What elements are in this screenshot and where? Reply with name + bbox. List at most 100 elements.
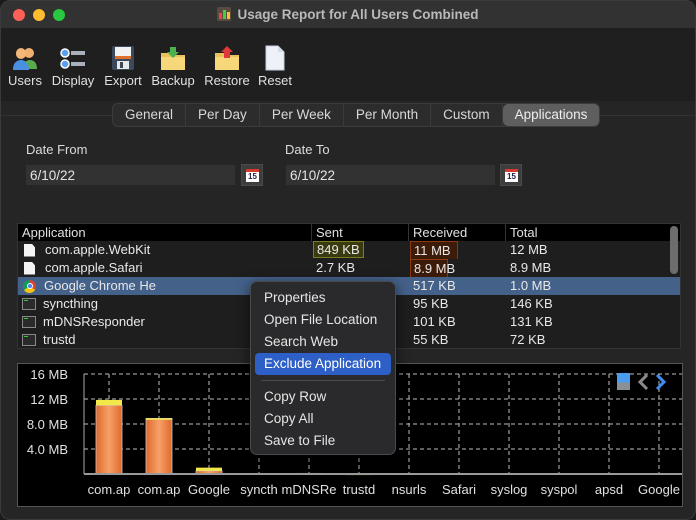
total-value: 131 KB: [510, 314, 553, 329]
x-tick-label: syspol: [541, 482, 578, 497]
users-label: Users: [8, 73, 42, 88]
received-value: 101 KB: [413, 314, 456, 329]
date-to-calendar-button[interactable]: 15: [500, 164, 522, 186]
x-tick-label: com.ap: [138, 482, 181, 497]
reset-button[interactable]: Reset: [257, 45, 293, 88]
terminal-icon: [22, 298, 36, 310]
date-from-input[interactable]: [26, 165, 235, 185]
sent-value: 2.7 KB: [316, 260, 356, 275]
menu-item-save-to-file[interactable]: Save to File: [255, 430, 391, 452]
table-row[interactable]: com.apple.WebKit 849 KB 11 MB 12 MB: [18, 241, 680, 259]
tab-per-month[interactable]: Per Month: [344, 104, 432, 126]
table-scrollbar[interactable]: [670, 226, 678, 274]
total-value: 146 KB: [510, 296, 553, 311]
folder-download-icon: [150, 45, 196, 71]
x-tick-label: syncth: [240, 482, 278, 497]
app-chart-icon: [217, 7, 232, 21]
export-label: Export: [104, 73, 142, 88]
menu-item-copy-row[interactable]: Copy Row: [255, 386, 391, 408]
x-tick-label: nsurls: [392, 482, 427, 497]
menu-item-exclude-application[interactable]: Exclude Application: [255, 353, 391, 375]
display-button[interactable]: Display: [50, 45, 96, 88]
table-header: Application Sent Received Total: [18, 224, 680, 241]
backup-label: Backup: [151, 73, 195, 88]
menu-item-search-web[interactable]: Search Web: [255, 331, 391, 353]
window-title-text: Usage Report for All Users Combined: [237, 7, 479, 22]
y-tick-label: 12 MB: [30, 392, 68, 407]
received-value: 55 KB: [413, 332, 449, 347]
title-bar: Usage Report for All Users Combined: [1, 1, 695, 29]
received-value: 11 MB: [410, 241, 458, 259]
received-value: 8.9 MB: [410, 259, 455, 277]
toolbar: Users Display Export Backup Restore Rese…: [1, 29, 695, 101]
tab-per-week[interactable]: Per Week: [260, 104, 344, 126]
bar-received: [145, 417, 173, 475]
x-tick-label: trustd: [343, 482, 376, 497]
report-tabs: General Per Day Per Week Per Month Custo…: [112, 103, 601, 127]
app-name: com.apple.WebKit: [45, 242, 151, 257]
reset-label: Reset: [258, 73, 292, 88]
folder-upload-icon: [203, 45, 251, 71]
bar-received: [95, 404, 123, 475]
restore-button[interactable]: Restore: [203, 45, 251, 88]
x-tick-label: Google: [638, 482, 680, 497]
users-icon: [7, 45, 43, 71]
menu-separator: [261, 380, 385, 381]
calendar-icon: 15: [246, 169, 259, 182]
app-name: com.apple.Safari: [45, 260, 143, 275]
y-tick-label: 8.0 MB: [27, 417, 68, 432]
column-header-received[interactable]: Received: [409, 224, 506, 241]
total-value: 1.0 MB: [510, 278, 552, 293]
menu-item-open-file-location[interactable]: Open File Location: [255, 309, 391, 331]
tab-per-day[interactable]: Per Day: [186, 104, 260, 126]
floppy-disk-icon: [102, 45, 144, 71]
menu-item-copy-all[interactable]: Copy All: [255, 408, 391, 430]
x-tick-label: Safari: [442, 482, 476, 497]
received-value: 517 KB: [413, 278, 456, 293]
tab-general[interactable]: General: [113, 104, 187, 126]
app-name: mDNSResponder: [43, 314, 145, 329]
chevron-right-icon[interactable]: [654, 373, 668, 391]
x-tick-label: apsd: [595, 482, 623, 497]
total-value: 12 MB: [510, 242, 548, 257]
x-tick-label: Google: [188, 482, 230, 497]
backup-button[interactable]: Backup: [150, 45, 196, 88]
window-title: Usage Report for All Users Combined: [1, 7, 695, 22]
y-tick-label: 16 MB: [30, 367, 68, 382]
received-value: 95 KB: [413, 296, 449, 311]
blank-document-icon: [257, 45, 293, 71]
users-button[interactable]: Users: [7, 45, 43, 88]
export-button[interactable]: Export: [102, 45, 144, 88]
calendar-icon: 15: [505, 169, 518, 182]
chrome-icon: [23, 279, 36, 293]
table-row[interactable]: com.apple.Safari 2.7 KB 8.9 MB 8.9 MB: [18, 259, 680, 277]
x-tick-label: syslog: [491, 482, 528, 497]
context-menu: Properties Open File Location Search Web…: [250, 281, 396, 455]
total-value: 8.9 MB: [510, 260, 552, 275]
document-icon: [24, 261, 35, 275]
total-value: 72 KB: [510, 332, 546, 347]
display-list-icon: [50, 45, 96, 71]
column-header-sent[interactable]: Sent: [312, 224, 409, 241]
app-name: Google Chrome He: [44, 278, 156, 293]
tab-custom[interactable]: Custom: [431, 104, 503, 126]
date-to-label: Date To: [285, 142, 330, 157]
tab-applications[interactable]: Applications: [502, 104, 600, 126]
app-name: syncthing: [43, 296, 98, 311]
sent-value: 849 KB: [313, 241, 364, 258]
terminal-icon: [22, 316, 36, 328]
bar-chart-toggle-icon[interactable]: [617, 373, 630, 390]
date-from-calendar-button[interactable]: 15: [241, 164, 263, 186]
chevron-left-icon[interactable]: [636, 373, 650, 391]
x-tick-label: com.ap: [88, 482, 131, 497]
date-to-input[interactable]: [286, 165, 495, 185]
restore-label: Restore: [204, 73, 250, 88]
menu-item-properties[interactable]: Properties: [255, 287, 391, 309]
column-header-application[interactable]: Application: [18, 224, 312, 241]
terminal-icon: [22, 334, 36, 346]
column-header-total[interactable]: Total: [506, 224, 666, 241]
bar-sent: [196, 467, 222, 471]
bar-sent: [96, 399, 122, 406]
document-icon: [24, 243, 35, 257]
bar-sent: [146, 418, 172, 420]
